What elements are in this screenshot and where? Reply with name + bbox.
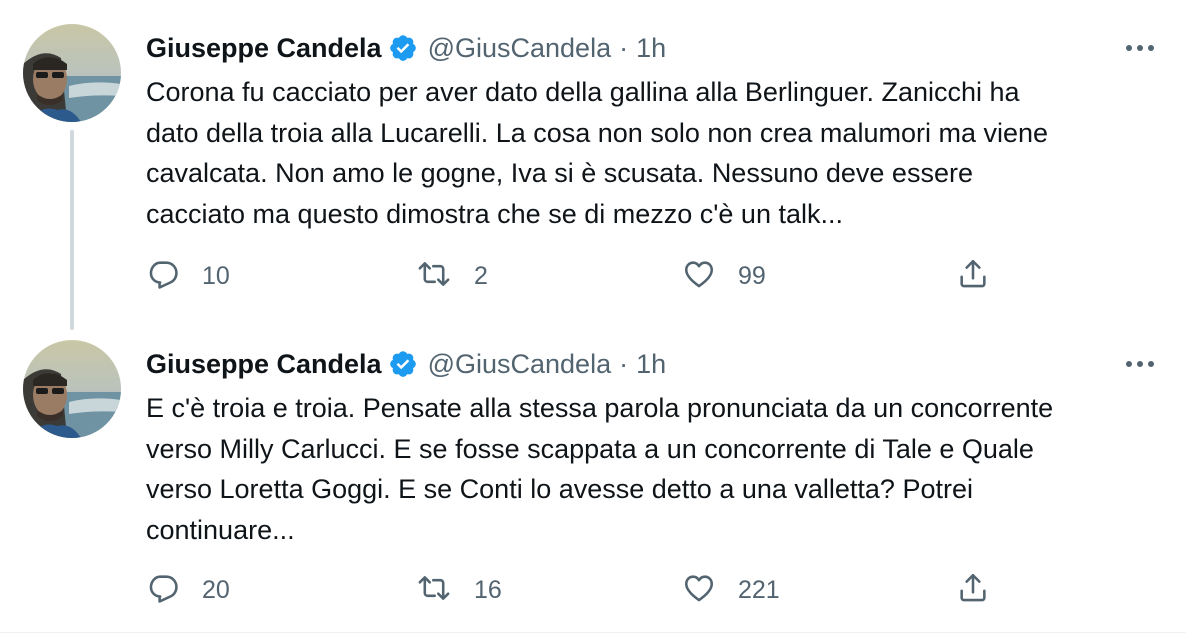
tweet-actions: 20 16 221 — [146, 572, 1026, 608]
retweet-count: 16 — [474, 575, 502, 604]
divider — [0, 632, 1186, 633]
reply-bubble-icon — [146, 571, 180, 610]
author-handle[interactable]: @GiusCandela — [428, 33, 612, 64]
verified-badge-icon — [388, 349, 418, 379]
like-count: 221 — [738, 575, 780, 604]
timestamp[interactable]: 1h — [636, 33, 666, 64]
heart-icon — [682, 571, 716, 610]
like-count: 99 — [738, 261, 766, 290]
tweet-text: E c'è troia e troia. Pensate alla stessa… — [146, 393, 1054, 545]
more-horizontal-icon[interactable] — [1120, 352, 1160, 376]
tweet[interactable]: Giuseppe Candela @GiusCandela · 1h Coron… — [0, 0, 1186, 330]
reply-count: 20 — [202, 575, 230, 604]
verified-badge-icon — [388, 33, 418, 63]
reply-count: 10 — [202, 261, 230, 290]
separator-dot: · — [619, 32, 629, 63]
share-button[interactable] — [956, 258, 990, 294]
tweet-actions: 10 2 99 — [146, 258, 1026, 294]
share-upload-icon — [956, 571, 990, 610]
thread-connector-line — [70, 130, 74, 330]
retweet-count: 2 — [474, 261, 488, 290]
share-upload-icon — [956, 257, 990, 296]
author-name[interactable]: Giuseppe Candela — [146, 33, 382, 64]
share-button[interactable] — [956, 572, 990, 608]
tweet-header: Giuseppe Candela @GiusCandela · 1h — [146, 30, 666, 66]
reply-bubble-icon — [146, 257, 180, 296]
avatar[interactable] — [23, 24, 121, 122]
like-button[interactable]: 221 — [682, 572, 780, 608]
timestamp[interactable]: 1h — [636, 349, 666, 380]
tweet-header: Giuseppe Candela @GiusCandela · 1h — [146, 346, 666, 382]
author-handle[interactable]: @GiusCandela — [428, 349, 612, 380]
separator-dot: · — [619, 348, 629, 379]
reply-button[interactable]: 10 — [146, 258, 230, 294]
heart-icon — [682, 257, 716, 296]
tweet[interactable]: Giuseppe Candela @GiusCandela · 1h E c'è… — [0, 316, 1186, 630]
reply-button[interactable]: 20 — [146, 572, 230, 608]
retweet-button[interactable]: 2 — [416, 258, 488, 294]
retweet-arrows-icon — [416, 257, 452, 296]
retweet-button[interactable]: 16 — [416, 572, 502, 608]
like-button[interactable]: 99 — [682, 258, 766, 294]
author-name[interactable]: Giuseppe Candela — [146, 349, 382, 380]
retweet-arrows-icon — [416, 571, 452, 610]
avatar[interactable] — [23, 340, 121, 438]
more-horizontal-icon[interactable] — [1120, 36, 1160, 60]
tweet-text: Corona fu cacciato per aver dato della g… — [146, 77, 1049, 229]
